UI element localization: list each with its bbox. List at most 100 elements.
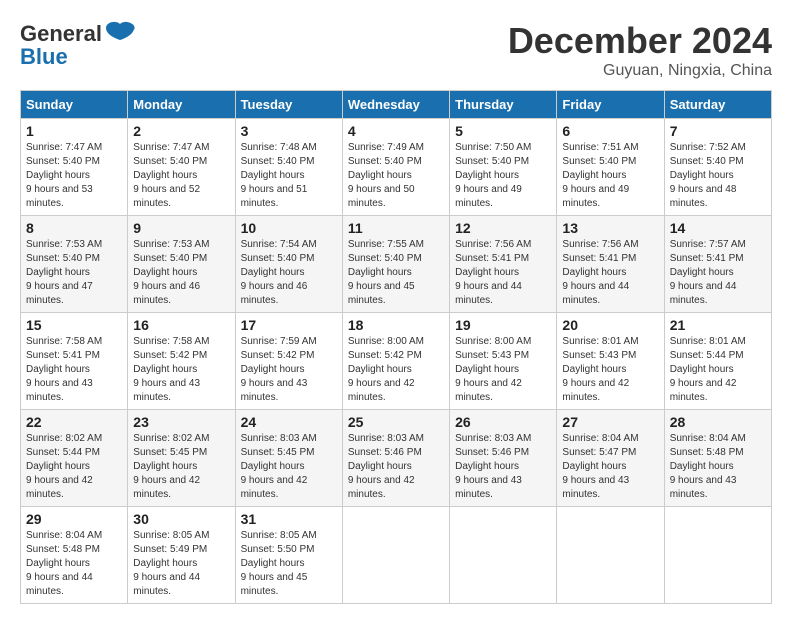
day-info: Sunrise: 7:57 AM Sunset: 5:41 PM Dayligh… (670, 238, 766, 308)
calendar-day-cell: 27 Sunrise: 8:04 AM Sunset: 5:47 PM Dayl… (557, 410, 664, 507)
calendar-day-cell: 12 Sunrise: 7:56 AM Sunset: 5:41 PM Dayl… (450, 216, 557, 313)
calendar-day-cell: 4 Sunrise: 7:49 AM Sunset: 5:40 PM Dayli… (342, 119, 449, 216)
day-info: Sunrise: 7:56 AM Sunset: 5:41 PM Dayligh… (455, 238, 551, 308)
day-info: Sunrise: 8:01 AM Sunset: 5:44 PM Dayligh… (670, 335, 766, 405)
day-number: 9 (133, 220, 229, 236)
calendar-header-cell: Tuesday (235, 91, 342, 119)
calendar-day-cell: 13 Sunrise: 7:56 AM Sunset: 5:41 PM Dayl… (557, 216, 664, 313)
day-info: Sunrise: 7:53 AM Sunset: 5:40 PM Dayligh… (133, 238, 229, 308)
day-info: Sunrise: 8:03 AM Sunset: 5:46 PM Dayligh… (455, 432, 551, 502)
day-number: 23 (133, 414, 229, 430)
calendar-day-cell: 26 Sunrise: 8:03 AM Sunset: 5:46 PM Dayl… (450, 410, 557, 507)
calendar-day-cell: 2 Sunrise: 7:47 AM Sunset: 5:40 PM Dayli… (128, 119, 235, 216)
day-info: Sunrise: 7:55 AM Sunset: 5:40 PM Dayligh… (348, 238, 444, 308)
calendar-day-cell: 8 Sunrise: 7:53 AM Sunset: 5:40 PM Dayli… (21, 216, 128, 313)
day-number: 4 (348, 123, 444, 139)
day-number: 25 (348, 414, 444, 430)
day-info: Sunrise: 8:04 AM Sunset: 5:48 PM Dayligh… (26, 529, 122, 599)
day-number: 22 (26, 414, 122, 430)
page-header: General Blue December 2024 Guyuan, Ningx… (20, 20, 772, 80)
calendar-day-cell: 20 Sunrise: 8:01 AM Sunset: 5:43 PM Dayl… (557, 313, 664, 410)
day-info: Sunrise: 8:00 AM Sunset: 5:42 PM Dayligh… (348, 335, 444, 405)
calendar-week-row: 22 Sunrise: 8:02 AM Sunset: 5:44 PM Dayl… (21, 410, 772, 507)
day-number: 24 (241, 414, 337, 430)
day-number: 29 (26, 511, 122, 527)
day-number: 17 (241, 317, 337, 333)
day-number: 26 (455, 414, 551, 430)
calendar-day-cell: 16 Sunrise: 7:58 AM Sunset: 5:42 PM Dayl… (128, 313, 235, 410)
calendar-day-cell: 29 Sunrise: 8:04 AM Sunset: 5:48 PM Dayl… (21, 507, 128, 604)
day-number: 6 (562, 123, 658, 139)
day-info: Sunrise: 8:05 AM Sunset: 5:49 PM Dayligh… (133, 529, 229, 599)
calendar-day-cell: 1 Sunrise: 7:47 AM Sunset: 5:40 PM Dayli… (21, 119, 128, 216)
day-number: 14 (670, 220, 766, 236)
calendar-day-cell: 17 Sunrise: 7:59 AM Sunset: 5:42 PM Dayl… (235, 313, 342, 410)
calendar-table: SundayMondayTuesdayWednesdayThursdayFrid… (20, 90, 772, 604)
day-info: Sunrise: 7:49 AM Sunset: 5:40 PM Dayligh… (348, 141, 444, 211)
calendar-day-cell: 24 Sunrise: 8:03 AM Sunset: 5:45 PM Dayl… (235, 410, 342, 507)
day-info: Sunrise: 7:58 AM Sunset: 5:41 PM Dayligh… (26, 335, 122, 405)
calendar-day-cell: 30 Sunrise: 8:05 AM Sunset: 5:49 PM Dayl… (128, 507, 235, 604)
calendar-day-cell: 15 Sunrise: 7:58 AM Sunset: 5:41 PM Dayl… (21, 313, 128, 410)
day-number: 11 (348, 220, 444, 236)
day-number: 16 (133, 317, 229, 333)
day-number: 30 (133, 511, 229, 527)
calendar-day-cell (342, 507, 449, 604)
calendar-day-cell: 6 Sunrise: 7:51 AM Sunset: 5:40 PM Dayli… (557, 119, 664, 216)
month-title: December 2024 (508, 20, 772, 62)
day-number: 8 (26, 220, 122, 236)
day-number: 7 (670, 123, 766, 139)
calendar-day-cell: 31 Sunrise: 8:05 AM Sunset: 5:50 PM Dayl… (235, 507, 342, 604)
calendar-day-cell (557, 507, 664, 604)
day-number: 19 (455, 317, 551, 333)
day-number: 15 (26, 317, 122, 333)
calendar-header-cell: Wednesday (342, 91, 449, 119)
day-number: 5 (455, 123, 551, 139)
day-number: 20 (562, 317, 658, 333)
day-number: 13 (562, 220, 658, 236)
calendar-header-cell: Thursday (450, 91, 557, 119)
day-info: Sunrise: 7:52 AM Sunset: 5:40 PM Dayligh… (670, 141, 766, 211)
calendar-day-cell (450, 507, 557, 604)
calendar-week-row: 15 Sunrise: 7:58 AM Sunset: 5:41 PM Dayl… (21, 313, 772, 410)
calendar-day-cell: 25 Sunrise: 8:03 AM Sunset: 5:46 PM Dayl… (342, 410, 449, 507)
day-info: Sunrise: 8:04 AM Sunset: 5:47 PM Dayligh… (562, 432, 658, 502)
calendar-week-row: 8 Sunrise: 7:53 AM Sunset: 5:40 PM Dayli… (21, 216, 772, 313)
calendar-day-cell: 10 Sunrise: 7:54 AM Sunset: 5:40 PM Dayl… (235, 216, 342, 313)
calendar-day-cell: 28 Sunrise: 8:04 AM Sunset: 5:48 PM Dayl… (664, 410, 771, 507)
day-info: Sunrise: 7:50 AM Sunset: 5:40 PM Dayligh… (455, 141, 551, 211)
day-info: Sunrise: 7:58 AM Sunset: 5:42 PM Dayligh… (133, 335, 229, 405)
calendar-header-cell: Friday (557, 91, 664, 119)
calendar-day-cell: 9 Sunrise: 7:53 AM Sunset: 5:40 PM Dayli… (128, 216, 235, 313)
logo-bird-icon (104, 20, 136, 48)
day-info: Sunrise: 8:02 AM Sunset: 5:45 PM Dayligh… (133, 432, 229, 502)
day-info: Sunrise: 7:54 AM Sunset: 5:40 PM Dayligh… (241, 238, 337, 308)
day-number: 1 (26, 123, 122, 139)
day-number: 31 (241, 511, 337, 527)
calendar-header-cell: Saturday (664, 91, 771, 119)
title-section: December 2024 Guyuan, Ningxia, China (508, 20, 772, 80)
calendar-day-cell: 14 Sunrise: 7:57 AM Sunset: 5:41 PM Dayl… (664, 216, 771, 313)
calendar-day-cell: 11 Sunrise: 7:55 AM Sunset: 5:40 PM Dayl… (342, 216, 449, 313)
day-number: 27 (562, 414, 658, 430)
day-info: Sunrise: 7:53 AM Sunset: 5:40 PM Dayligh… (26, 238, 122, 308)
day-number: 21 (670, 317, 766, 333)
calendar-week-row: 1 Sunrise: 7:47 AM Sunset: 5:40 PM Dayli… (21, 119, 772, 216)
day-info: Sunrise: 7:59 AM Sunset: 5:42 PM Dayligh… (241, 335, 337, 405)
day-info: Sunrise: 7:56 AM Sunset: 5:41 PM Dayligh… (562, 238, 658, 308)
calendar-header-row: SundayMondayTuesdayWednesdayThursdayFrid… (21, 91, 772, 119)
calendar-day-cell: 23 Sunrise: 8:02 AM Sunset: 5:45 PM Dayl… (128, 410, 235, 507)
calendar-day-cell: 19 Sunrise: 8:00 AM Sunset: 5:43 PM Dayl… (450, 313, 557, 410)
logo: General Blue (20, 20, 136, 70)
day-number: 10 (241, 220, 337, 236)
day-number: 28 (670, 414, 766, 430)
calendar-day-cell (664, 507, 771, 604)
day-info: Sunrise: 8:03 AM Sunset: 5:46 PM Dayligh… (348, 432, 444, 502)
calendar-day-cell: 7 Sunrise: 7:52 AM Sunset: 5:40 PM Dayli… (664, 119, 771, 216)
calendar-week-row: 29 Sunrise: 8:04 AM Sunset: 5:48 PM Dayl… (21, 507, 772, 604)
day-info: Sunrise: 8:01 AM Sunset: 5:43 PM Dayligh… (562, 335, 658, 405)
day-info: Sunrise: 8:04 AM Sunset: 5:48 PM Dayligh… (670, 432, 766, 502)
day-number: 18 (348, 317, 444, 333)
calendar-day-cell: 5 Sunrise: 7:50 AM Sunset: 5:40 PM Dayli… (450, 119, 557, 216)
day-number: 2 (133, 123, 229, 139)
